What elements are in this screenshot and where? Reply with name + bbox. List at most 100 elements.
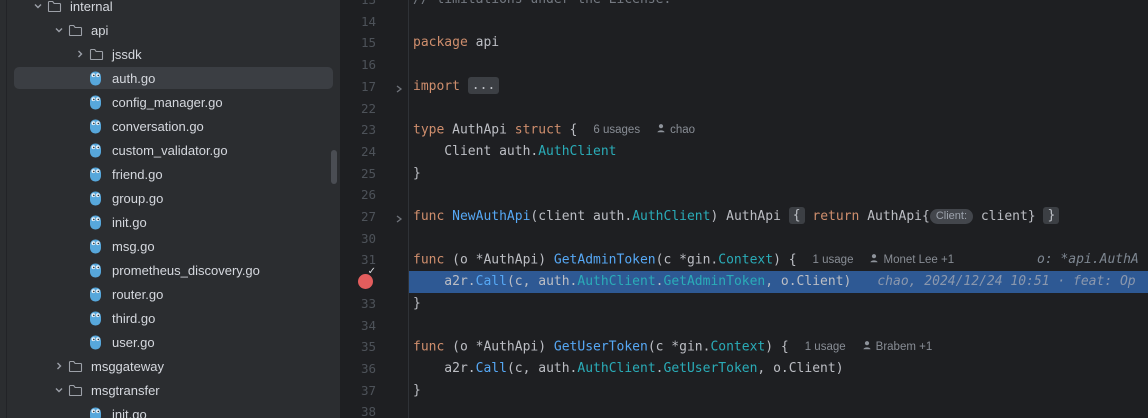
tree-item-third.go[interactable]: third.go <box>0 306 340 330</box>
tree-item-label: jssdk <box>111 47 142 62</box>
tree-item-label: api <box>90 23 108 38</box>
line-number: 36 <box>340 358 376 380</box>
code-line-26[interactable]: 26 <box>340 184 1148 206</box>
line-number: 14 <box>340 11 376 33</box>
code-token: (c, <box>507 361 538 376</box>
code-line-14[interactable]: 14 <box>340 11 1148 33</box>
code-token: (c * <box>648 340 679 355</box>
tree-item-init.go[interactable]: init.go <box>0 402 340 418</box>
code-token: ) { <box>765 340 788 355</box>
code-token: struct <box>515 123 562 138</box>
tree-item-msgtransfer[interactable]: msgtransfer <box>0 378 340 402</box>
author-inlay[interactable]: Brabem +1 <box>862 336 933 358</box>
code-text: func (o *AuthApi) GetAdminToken(c *gin.C… <box>413 249 954 272</box>
code-text: // limitations under the License. <box>413 0 671 11</box>
code-line-24[interactable]: 24 Client auth.AuthClient <box>340 141 1148 163</box>
code-token: func <box>413 209 444 224</box>
chevron-spacer <box>70 70 89 86</box>
line-number: 37 <box>340 380 376 402</box>
author-inlay[interactable]: Monet Lee +1 <box>869 249 954 271</box>
usages-inlay[interactable]: 1 usage <box>805 336 846 358</box>
tree-item-init.go[interactable]: init.go <box>0 210 340 234</box>
usages-inlay[interactable]: 6 usages <box>593 119 640 141</box>
tree-item-config_manager.go[interactable]: config_manager.go <box>0 90 340 114</box>
tree-item-group.go[interactable]: group.go <box>0 186 340 210</box>
code-line-15[interactable]: 15package api <box>340 32 1148 54</box>
code-line-13[interactable]: 13// limitations under the License. <box>340 0 1148 11</box>
code-line-23[interactable]: 23type AuthApi struct {6 usageschao <box>340 119 1148 141</box>
tree-item-router.go[interactable]: router.go <box>0 282 340 306</box>
code-editor[interactable]: 13// limitations under the License.1415p… <box>340 0 1148 418</box>
tree-item-label: friend.go <box>111 167 163 182</box>
chevron-right-icon[interactable] <box>49 358 68 374</box>
code-token: , o.Client) <box>757 361 843 376</box>
tree-item-internal[interactable]: internal <box>0 0 340 18</box>
line-number: 25 <box>340 163 376 185</box>
code-token: client} <box>973 209 1036 224</box>
folded-region[interactable]: } <box>1043 207 1059 224</box>
folder-icon <box>47 0 69 14</box>
line-number: 35 <box>340 336 376 358</box>
code-line-22[interactable]: 22 <box>340 98 1148 120</box>
code-line-38[interactable]: 38 <box>340 401 1148 418</box>
chevron-spacer <box>70 118 89 134</box>
code-token: a2r. <box>413 274 476 289</box>
chevron-down-icon[interactable] <box>28 0 47 14</box>
go-file-icon <box>89 238 111 254</box>
folded-region[interactable]: { <box>789 207 805 224</box>
usages-inlay[interactable]: 1 usage <box>813 249 854 271</box>
code-line-17[interactable]: 17import ... <box>340 76 1148 98</box>
tree-item-friend.go[interactable]: friend.go <box>0 162 340 186</box>
line-number: 34 <box>340 315 376 337</box>
code-token: } <box>413 166 421 181</box>
folded-region[interactable]: ... <box>468 77 499 94</box>
code-text: } <box>413 293 421 315</box>
tree-item-auth.go[interactable]: auth.go <box>0 66 340 90</box>
code-token <box>460 79 468 94</box>
code-line-37[interactable]: 37} <box>340 380 1148 402</box>
fold-icon[interactable] <box>394 210 406 222</box>
tree-item-conversation.go[interactable]: conversation.go <box>0 114 340 138</box>
code-line-31[interactable]: 31o: *api.AuthAfunc (o *AuthApi) GetAdmi… <box>340 249 1148 271</box>
code-token <box>444 209 452 224</box>
fold-icon[interactable] <box>394 80 406 92</box>
code-token: package <box>413 35 468 50</box>
code-line-36[interactable]: 36 a2r.Call(c, auth.AuthClient.GetUserTo… <box>340 358 1148 380</box>
tree-scrollbar-thumb[interactable] <box>331 150 337 184</box>
tree-item-msggateway[interactable]: msggateway <box>0 354 340 378</box>
code-token: import <box>413 79 460 94</box>
code-line-33[interactable]: 33} <box>340 293 1148 315</box>
code-token: return <box>812 209 859 224</box>
tree-item-api[interactable]: api <box>0 18 340 42</box>
tree-item-jssdk[interactable]: jssdk <box>0 42 340 66</box>
code-line-35[interactable]: 35func (o *AuthApi) GetUserToken(c *gin.… <box>340 336 1148 358</box>
code-line-16[interactable]: 16 <box>340 54 1148 76</box>
code-line-32[interactable]: a2r.Call(c, auth.AuthClient.GetAdminToke… <box>340 271 1148 293</box>
tree-item-prometheus_discovery.go[interactable]: prometheus_discovery.go <box>0 258 340 282</box>
code-line-25[interactable]: 25} <box>340 163 1148 185</box>
tree-item-label: msg.go <box>111 239 155 254</box>
author-inlay[interactable]: chao <box>656 119 695 141</box>
git-blame: chao, 2024/12/24 10:51 · feat: Op <box>877 274 1135 289</box>
code-text: } <box>413 163 421 185</box>
code-token: ) AuthApi <box>710 209 788 224</box>
chevron-right-icon[interactable] <box>70 46 89 62</box>
tree-item-label: msggateway <box>90 359 164 374</box>
chevron-spacer <box>70 190 89 206</box>
tree-item-msg.go[interactable]: msg.go <box>0 234 340 258</box>
code-line-30[interactable]: 30 <box>340 228 1148 250</box>
go-file-icon <box>89 70 111 86</box>
code-line-27[interactable]: 27func NewAuthApi(client auth.AuthClient… <box>340 206 1148 228</box>
line-number: 27 <box>340 206 376 228</box>
tree-item-label: internal <box>69 0 113 14</box>
line-number: 33 <box>340 293 376 315</box>
breakpoint-icon[interactable] <box>358 274 373 289</box>
chevron-down-icon[interactable] <box>49 22 68 38</box>
project-tree-panel: internal apijssdk auth.goconfig_manager.go… <box>0 0 340 418</box>
chevron-down-icon[interactable] <box>49 382 68 398</box>
tree-item-user.go[interactable]: user.go <box>0 330 340 354</box>
code-line-34[interactable]: 34 <box>340 315 1148 337</box>
tree-item-custom_validator.go[interactable]: custom_validator.go <box>0 138 340 162</box>
code-token: Client <box>413 144 499 159</box>
code-text: import ... <box>413 76 499 98</box>
